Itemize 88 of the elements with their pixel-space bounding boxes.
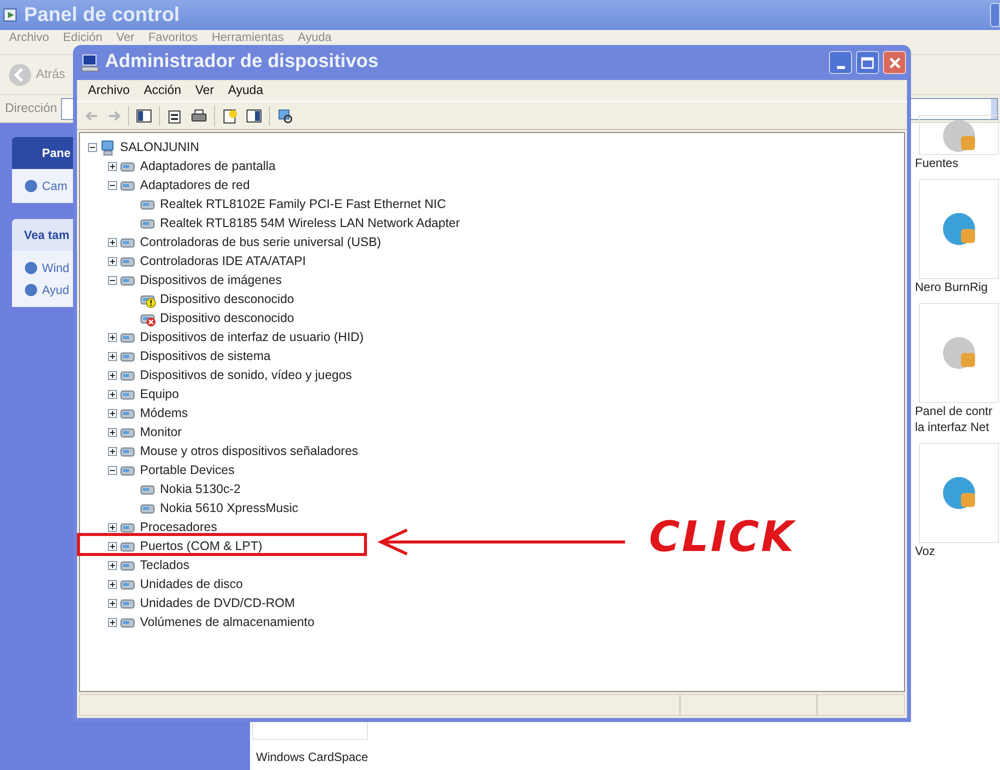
task-link[interactable]: Wind — [42, 259, 70, 277]
menu-item[interactable]: Archivo — [88, 81, 130, 100]
item-label[interactable]: la interfaz Net — [913, 419, 990, 435]
panel-title: Vea tam — [24, 227, 70, 244]
tree-item[interactable]: Dispositivo desconocido — [160, 309, 294, 328]
menu-item[interactable]: Acción — [144, 81, 182, 100]
annotation-label: CLICK — [649, 513, 796, 561]
computer-icon — [80, 52, 100, 72]
tree-item[interactable]: Controladoras de bus serie universal (USB) — [140, 233, 382, 252]
tree-item[interactable]: Dispositivos de sonido, vídeo y juegos — [140, 366, 352, 385]
expand-icon[interactable] — [108, 542, 117, 551]
tree-item[interactable]: Monitor — [140, 423, 182, 442]
tree-item[interactable]: Dispositivo desconocido — [160, 290, 294, 309]
tree-item[interactable]: Adaptadores de red — [140, 176, 250, 195]
expand-icon[interactable] — [108, 238, 117, 247]
tree-item[interactable]: Realtek RTL8185 54M Wireless LAN Network Adapter — [160, 214, 460, 233]
collapse-icon[interactable] — [108, 466, 117, 475]
expand-icon[interactable] — [108, 390, 117, 399]
scan-hardware-icon — [276, 106, 294, 124]
tree-item[interactable]: Equipo — [140, 385, 179, 404]
expand-icon[interactable] — [108, 352, 117, 361]
expand-icon[interactable] — [108, 561, 117, 570]
expand-icon[interactable] — [108, 523, 117, 532]
task-icon — [24, 261, 38, 275]
panel-title: Pane — [42, 145, 71, 162]
tree-item[interactable]: Nokia 5130c-2 — [160, 480, 241, 499]
printer-icon — [190, 106, 208, 124]
minimize-icon — [836, 66, 844, 69]
expand-icon[interactable] — [108, 162, 117, 171]
forward-arrow-icon — [107, 108, 121, 122]
tree-item[interactable]: Nokia 5610 XpressMusic — [160, 499, 298, 518]
help-icon — [221, 106, 239, 124]
tree-item[interactable]: Procesadores — [140, 518, 218, 537]
action-pane-icon — [245, 106, 263, 124]
collapse-icon[interactable] — [108, 181, 117, 190]
collapse-icon[interactable] — [108, 276, 117, 285]
task-icon — [24, 179, 38, 193]
item-label[interactable]: Windows CardSpace — [252, 740, 1000, 766]
item-tile[interactable] — [919, 179, 999, 279]
item-tile[interactable] — [919, 443, 999, 543]
tree-item[interactable]: Dispositivos de sistema — [140, 347, 271, 366]
tree-item[interactable]: Teclados — [140, 556, 190, 575]
tree-item[interactable]: Volúmenes de almacenamiento — [140, 613, 314, 632]
tree-item[interactable]: Mouse y otros dispositivos señaladores — [140, 442, 358, 461]
tree-item[interactable]: Puertos (COM & LPT) — [140, 537, 262, 556]
tree-item[interactable]: Adaptadores de pantalla — [140, 157, 276, 176]
tree-item[interactable]: Dispositivos de imágenes — [140, 271, 282, 290]
expand-icon[interactable] — [108, 618, 117, 627]
item-tile[interactable] — [919, 303, 999, 403]
tree-item[interactable]: Portable Devices — [140, 461, 234, 480]
console-tree-icon — [135, 106, 153, 124]
expand-icon[interactable] — [108, 580, 117, 589]
expand-icon[interactable] — [108, 257, 117, 266]
window-title: Panel de control — [24, 3, 180, 28]
menu-item[interactable]: Ver — [195, 81, 214, 100]
minimize-button[interactable] — [990, 3, 1000, 27]
close-icon — [888, 56, 900, 68]
minimize-button[interactable] — [829, 51, 852, 74]
expand-icon[interactable] — [108, 333, 117, 342]
computer-icon — [100, 140, 116, 156]
item-label[interactable]: Voz — [913, 543, 936, 559]
maximize-icon — [861, 56, 874, 68]
expand-icon[interactable] — [108, 428, 117, 437]
tree-item[interactable]: Dispositivos de interfaz de usuario (HID) — [140, 328, 364, 347]
collapse-icon[interactable] — [88, 143, 97, 152]
item-tile[interactable] — [919, 115, 999, 155]
back-arrow-icon — [85, 108, 99, 122]
item-label[interactable]: Fuentes — [913, 155, 958, 171]
tree-item[interactable]: SALONJUNIN — [120, 138, 200, 157]
item-label[interactable]: Panel de contr — [913, 403, 992, 419]
close-button[interactable] — [883, 51, 906, 74]
tree-item[interactable]: Unidades de disco — [140, 575, 243, 594]
address-label: Dirección — [5, 100, 58, 118]
maximize-button[interactable] — [856, 51, 879, 74]
task-icon — [24, 283, 38, 297]
tree-item[interactable]: Unidades de DVD/CD-ROM — [140, 594, 295, 613]
item-label[interactable]: Nero BurnRig — [913, 279, 988, 295]
tree-item[interactable]: Realtek RTL8102E Family PCI-E Fast Ethernet NIC — [160, 195, 446, 214]
tree-item[interactable]: Controladoras IDE ATA/ATAPI — [140, 252, 306, 271]
task-link[interactable]: Ayud — [42, 281, 70, 299]
window-title: Administrador de dispositivos — [105, 50, 378, 74]
tree-item[interactable]: Módems — [140, 404, 188, 423]
expand-icon[interactable] — [108, 371, 117, 380]
task-link[interactable]: Cam — [42, 177, 68, 195]
expand-icon[interactable] — [108, 599, 117, 608]
menu-item[interactable]: Ayuda — [228, 81, 264, 100]
expand-icon[interactable] — [108, 447, 117, 456]
expand-icon[interactable] — [108, 409, 117, 418]
